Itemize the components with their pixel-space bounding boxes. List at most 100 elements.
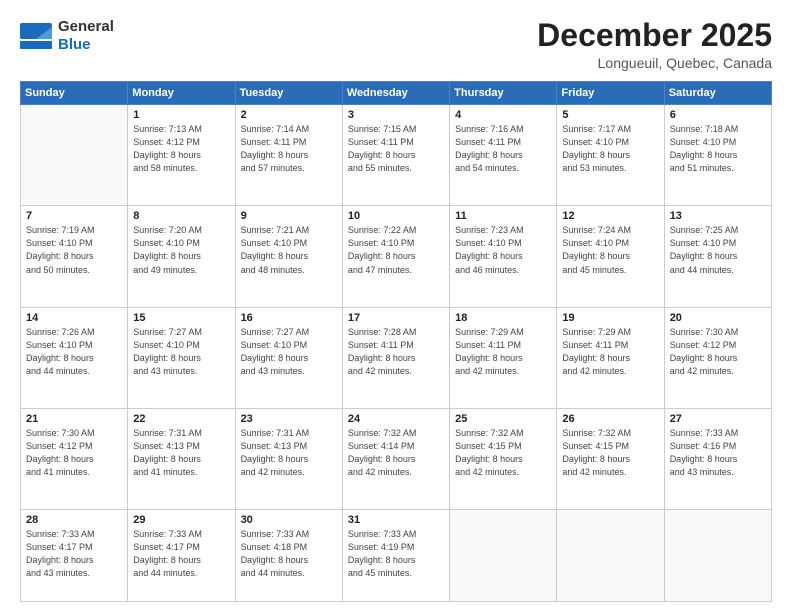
calendar-cell: 19 Sunrise: 7:29 AM Sunset: 4:11 PM Dayli…	[557, 307, 664, 408]
day-info: Sunrise: 7:33 AM Sunset: 4:17 PM Dayligh…	[26, 528, 122, 580]
day-info: Sunrise: 7:31 AM Sunset: 4:13 PM Dayligh…	[133, 427, 229, 479]
calendar-cell: 29 Sunrise: 7:33 AM Sunset: 4:17 PM Dayli…	[128, 509, 235, 601]
day-info: Sunrise: 7:32 AM Sunset: 4:15 PM Dayligh…	[562, 427, 658, 479]
day-info: Sunrise: 7:19 AM Sunset: 4:10 PM Dayligh…	[26, 224, 122, 276]
day-info: Sunrise: 7:23 AM Sunset: 4:10 PM Dayligh…	[455, 224, 551, 276]
day-info: Sunrise: 7:33 AM Sunset: 4:17 PM Dayligh…	[133, 528, 229, 580]
day-info: Sunrise: 7:30 AM Sunset: 4:12 PM Dayligh…	[26, 427, 122, 479]
day-info: Sunrise: 7:26 AM Sunset: 4:10 PM Dayligh…	[26, 326, 122, 378]
day-info: Sunrise: 7:17 AM Sunset: 4:10 PM Dayligh…	[562, 123, 658, 175]
calendar-cell: 2Sunrise: 7:14 AM Sunset: 4:11 PM Daylig…	[235, 105, 342, 206]
day-number: 26	[562, 413, 658, 425]
day-info: Sunrise: 7:22 AM Sunset: 4:10 PM Dayligh…	[348, 224, 444, 276]
calendar-week-4: 21 Sunrise: 7:30 AM Sunset: 4:12 PM Dayli…	[21, 408, 772, 509]
day-info: Sunrise: 7:20 AM Sunset: 4:10 PM Dayligh…	[133, 224, 229, 276]
calendar-cell: 24Sunrise: 7:32 AM Sunset: 4:14 PM Dayli…	[342, 408, 449, 509]
day-number: 14	[26, 312, 122, 324]
calendar-cell: 8 Sunrise: 7:20 AM Sunset: 4:10 PM Daylig…	[128, 206, 235, 307]
calendar-cell: 22 Sunrise: 7:31 AM Sunset: 4:13 PM Dayli…	[128, 408, 235, 509]
day-number: 17	[348, 312, 444, 324]
calendar-cell: 5Sunrise: 7:17 AM Sunset: 4:10 PM Daylig…	[557, 105, 664, 206]
calendar-cell: 30Sunrise: 7:33 AM Sunset: 4:18 PM Dayli…	[235, 509, 342, 601]
calendar-cell: 1 Sunrise: 7:13 AM Sunset: 4:12 PM Daylig…	[128, 105, 235, 206]
calendar-cell: 21 Sunrise: 7:30 AM Sunset: 4:12 PM Dayli…	[21, 408, 128, 509]
day-info: Sunrise: 7:33 AM Sunset: 4:16 PM Dayligh…	[670, 427, 766, 479]
calendar-cell: 3 Sunrise: 7:15 AM Sunset: 4:11 PM Daylig…	[342, 105, 449, 206]
calendar-cell: 18 Sunrise: 7:29 AM Sunset: 4:11 PM Dayli…	[450, 307, 557, 408]
calendar-cell: 12 Sunrise: 7:24 AM Sunset: 4:10 PM Dayli…	[557, 206, 664, 307]
day-header-tuesday: Tuesday	[235, 82, 342, 105]
day-number: 10	[348, 210, 444, 222]
day-info: Sunrise: 7:29 AM Sunset: 4:11 PM Dayligh…	[562, 326, 658, 378]
day-number: 3	[348, 109, 444, 121]
day-info: Sunrise: 7:14 AM Sunset: 4:11 PM Dayligh…	[241, 123, 337, 175]
day-info: Sunrise: 7:32 AM Sunset: 4:14 PM Dayligh…	[348, 427, 444, 479]
calendar-header-row: SundayMondayTuesdayWednesdayThursdayFrid…	[21, 82, 772, 105]
calendar-cell: 31Sunrise: 7:33 AM Sunset: 4:19 PM Dayli…	[342, 509, 449, 601]
calendar-table: SundayMondayTuesdayWednesdayThursdayFrid…	[20, 81, 772, 602]
logo-general: General	[58, 18, 114, 36]
day-info: Sunrise: 7:33 AM Sunset: 4:19 PM Dayligh…	[348, 528, 444, 580]
day-info: Sunrise: 7:29 AM Sunset: 4:11 PM Dayligh…	[455, 326, 551, 378]
calendar-cell: 26 Sunrise: 7:32 AM Sunset: 4:15 PM Dayli…	[557, 408, 664, 509]
location: Longueuil, Quebec, Canada	[537, 55, 772, 71]
calendar-cell: 27 Sunrise: 7:33 AM Sunset: 4:16 PM Dayli…	[664, 408, 771, 509]
calendar-cell: 17 Sunrise: 7:28 AM Sunset: 4:11 PM Dayli…	[342, 307, 449, 408]
day-info: Sunrise: 7:32 AM Sunset: 4:15 PM Dayligh…	[455, 427, 551, 479]
calendar-cell	[664, 509, 771, 601]
day-number: 18	[455, 312, 551, 324]
day-info: Sunrise: 7:24 AM Sunset: 4:10 PM Dayligh…	[562, 224, 658, 276]
page: General Blue December 2025 Longueuil, Qu…	[0, 0, 792, 612]
day-info: Sunrise: 7:13 AM Sunset: 4:12 PM Dayligh…	[133, 123, 229, 175]
day-header-monday: Monday	[128, 82, 235, 105]
calendar-cell: 16 Sunrise: 7:27 AM Sunset: 4:10 PM Dayli…	[235, 307, 342, 408]
day-info: Sunrise: 7:30 AM Sunset: 4:12 PM Dayligh…	[670, 326, 766, 378]
day-number: 9	[241, 210, 337, 222]
day-info: Sunrise: 7:31 AM Sunset: 4:13 PM Dayligh…	[241, 427, 337, 479]
day-number: 11	[455, 210, 551, 222]
calendar-cell: 6Sunrise: 7:18 AM Sunset: 4:10 PM Daylig…	[664, 105, 771, 206]
logo-blue: Blue	[58, 36, 114, 54]
day-number: 13	[670, 210, 766, 222]
day-info: Sunrise: 7:15 AM Sunset: 4:11 PM Dayligh…	[348, 123, 444, 175]
day-number: 12	[562, 210, 658, 222]
day-info: Sunrise: 7:16 AM Sunset: 4:11 PM Dayligh…	[455, 123, 551, 175]
day-number: 16	[241, 312, 337, 324]
month-title: December 2025	[537, 18, 772, 53]
day-number: 23	[241, 413, 337, 425]
calendar-cell: 9 Sunrise: 7:21 AM Sunset: 4:10 PM Daylig…	[235, 206, 342, 307]
calendar-cell: 15Sunrise: 7:27 AM Sunset: 4:10 PM Dayli…	[128, 307, 235, 408]
day-number: 15	[133, 312, 229, 324]
calendar-cell	[21, 105, 128, 206]
day-header-wednesday: Wednesday	[342, 82, 449, 105]
day-number: 20	[670, 312, 766, 324]
day-header-friday: Friday	[557, 82, 664, 105]
day-info: Sunrise: 7:25 AM Sunset: 4:10 PM Dayligh…	[670, 224, 766, 276]
day-number: 4	[455, 109, 551, 121]
day-number: 19	[562, 312, 658, 324]
calendar-cell: 13 Sunrise: 7:25 AM Sunset: 4:10 PM Dayli…	[664, 206, 771, 307]
day-number: 22	[133, 413, 229, 425]
calendar-week-2: 7 Sunrise: 7:19 AM Sunset: 4:10 PM Daylig…	[21, 206, 772, 307]
calendar-cell: 4 Sunrise: 7:16 AM Sunset: 4:11 PM Daylig…	[450, 105, 557, 206]
title-block: December 2025 Longueuil, Quebec, Canada	[537, 18, 772, 71]
calendar-cell: 20 Sunrise: 7:30 AM Sunset: 4:12 PM Dayli…	[664, 307, 771, 408]
day-number: 7	[26, 210, 122, 222]
day-info: Sunrise: 7:21 AM Sunset: 4:10 PM Dayligh…	[241, 224, 337, 276]
day-number: 25	[455, 413, 551, 425]
calendar-cell	[557, 509, 664, 601]
day-info: Sunrise: 7:28 AM Sunset: 4:11 PM Dayligh…	[348, 326, 444, 378]
day-number: 21	[26, 413, 122, 425]
day-info: Sunrise: 7:33 AM Sunset: 4:18 PM Dayligh…	[241, 528, 337, 580]
calendar-cell: 23 Sunrise: 7:31 AM Sunset: 4:13 PM Dayli…	[235, 408, 342, 509]
day-number: 1	[133, 109, 229, 121]
day-header-saturday: Saturday	[664, 82, 771, 105]
day-number: 29	[133, 514, 229, 526]
calendar-cell	[450, 509, 557, 601]
day-number: 27	[670, 413, 766, 425]
day-number: 8	[133, 210, 229, 222]
day-header-thursday: Thursday	[450, 82, 557, 105]
calendar-cell: 14 Sunrise: 7:26 AM Sunset: 4:10 PM Dayli…	[21, 307, 128, 408]
day-info: Sunrise: 7:27 AM Sunset: 4:10 PM Dayligh…	[241, 326, 337, 378]
day-header-sunday: Sunday	[21, 82, 128, 105]
